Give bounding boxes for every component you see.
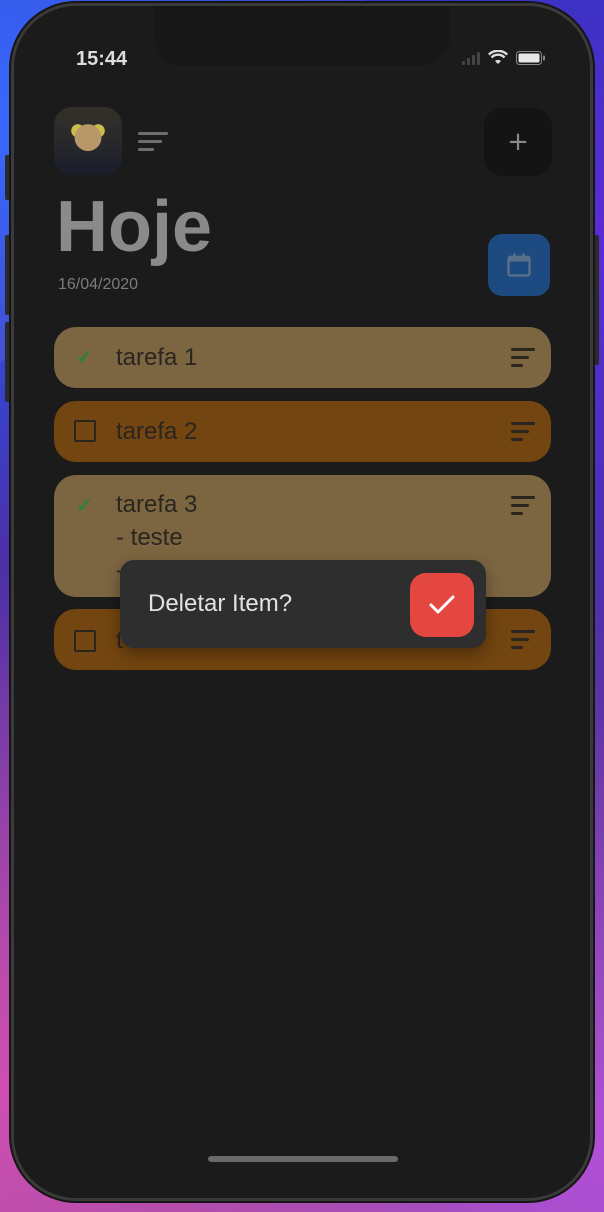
task-card[interactable]: ✓ tarefa 1	[54, 327, 551, 388]
avatar[interactable]	[54, 107, 122, 175]
calendar-icon	[507, 253, 531, 277]
snackbar-message: Deletar Item?	[148, 590, 293, 617]
power-button	[593, 235, 599, 365]
delete-confirm-snackbar: Deletar Item?	[120, 560, 486, 648]
checkbox[interactable]	[74, 630, 96, 652]
notch	[154, 6, 450, 66]
add-task-button[interactable]: +	[484, 108, 552, 176]
page-title: Hoje	[56, 187, 213, 267]
calendar-button[interactable]	[488, 234, 550, 296]
app-screen: 15:44 + Hoje 16/04/2020 ✓ tarefa 1 taref…	[14, 6, 590, 1198]
task-label: tarefa 1	[116, 344, 198, 371]
sort-menu-icon[interactable]	[138, 132, 168, 156]
drag-handle-icon[interactable]	[511, 348, 535, 372]
check-icon[interactable]: ✓	[76, 493, 93, 518]
mute-switch	[5, 155, 11, 200]
task-label: tarefa 2	[116, 418, 198, 445]
drag-handle-icon[interactable]	[511, 496, 535, 520]
signal-icon	[462, 51, 480, 65]
status-time: 15:44	[76, 48, 128, 70]
task-card[interactable]: tarefa 2	[54, 401, 551, 462]
drag-handle-icon[interactable]	[511, 630, 535, 654]
volume-up-button	[5, 235, 11, 315]
confirm-delete-button[interactable]	[410, 573, 474, 637]
battery-icon	[516, 51, 545, 65]
check-icon	[429, 595, 455, 614]
status-icons	[462, 50, 546, 66]
home-indicator[interactable]	[208, 1156, 398, 1162]
check-icon[interactable]: ✓	[76, 345, 93, 370]
phone-frame: 15:44 + Hoje 16/04/2020 ✓ tarefa 1 taref…	[14, 6, 590, 1198]
checkbox[interactable]	[74, 420, 96, 442]
wifi-icon	[488, 50, 508, 64]
page-date: 16/04/2020	[58, 276, 139, 293]
drag-handle-icon[interactable]	[511, 422, 535, 446]
volume-down-button	[5, 322, 11, 402]
